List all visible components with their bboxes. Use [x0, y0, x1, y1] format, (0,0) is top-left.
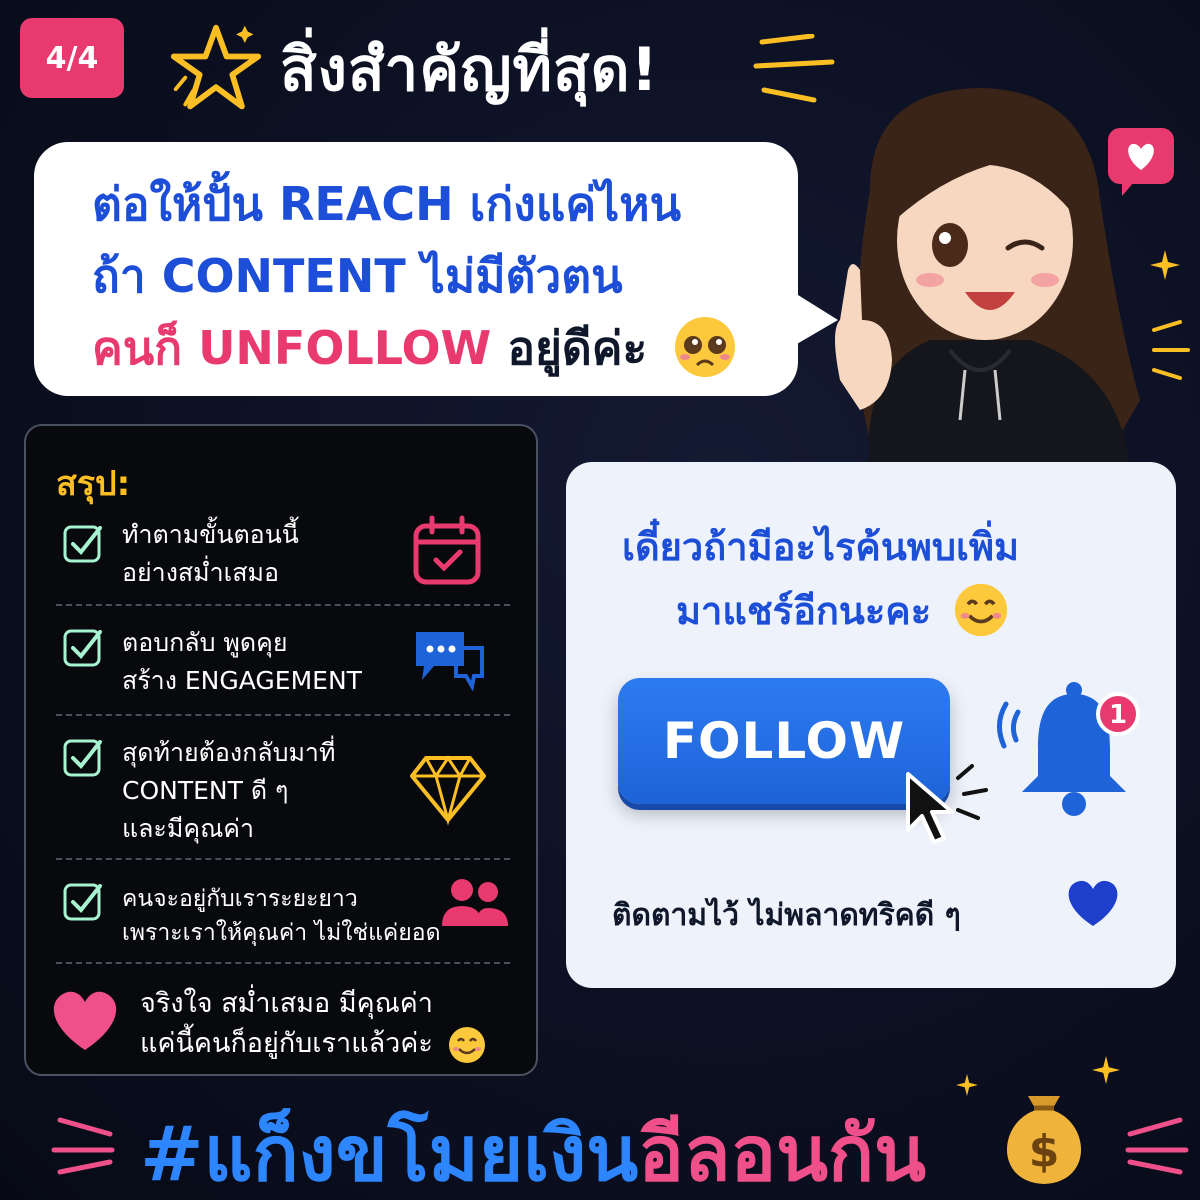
checkbox-checked-icon — [63, 525, 102, 563]
summary-closing-line-2-wrap: แค่นี้คนก็อยู่กับเราแล้วค่ะ — [140, 1024, 487, 1065]
summary-item-2: ตอบกลับ พูดคุย สร้าง ENGAGEMENT — [122, 624, 362, 700]
checkbox-checked-icon — [63, 629, 102, 667]
page-badge: 4/4 — [20, 18, 124, 98]
follow-message-line-1: เดี๋ยวถ้ามีอะไรค้นพบเพิ่ม — [622, 525, 1020, 569]
notification-bell-icon: 1 — [997, 682, 1140, 816]
summary-item-3: สุดท้ายต้องกลับมาที่ CONTENT ดี ๆ และมีค… — [122, 734, 335, 848]
summary-title: สรุป: — [56, 464, 131, 504]
sparkle-icon — [1092, 1056, 1120, 1084]
sparkle-icon — [956, 1074, 978, 1096]
follow-message-line-2-text: มาแชร์อีกนะคะ — [676, 589, 932, 633]
bubble-highlight: คนก็ UNFOLLOW — [92, 321, 492, 375]
summary-item-3-line-1: สุดท้ายต้องกลับมาที่ — [122, 738, 336, 767]
blue-heart-icon — [1068, 880, 1118, 926]
divider — [56, 714, 510, 716]
pleading-face-icon — [675, 316, 736, 377]
follow-footer: ติดตามไว้ ไม่พลาดทริคดี ๆ — [612, 898, 961, 933]
summary-item-2-line-1: ตอบกลับ พูดคุย — [122, 628, 288, 657]
summary-item-3-line-2: CONTENT ดี ๆ — [122, 776, 289, 805]
checkbox-checked-icon — [63, 739, 102, 777]
svg-text:$: $ — [1029, 1126, 1060, 1177]
page-number: 4/4 — [45, 40, 99, 76]
hashtag: #แก็งขโมยเงินอีลอนกัน — [140, 1094, 926, 1200]
burst-lines-icon — [1152, 320, 1190, 380]
summary-item-4: คนจะอยู่กับเราระยะยาว เพราะเราให้คุณค่า … — [122, 882, 441, 950]
money-bag-icon: $ — [1006, 1096, 1082, 1184]
summary-item-1-line-1: ทำตามขั้นตอนนี้ — [122, 520, 299, 549]
burst-lines-icon — [51, 1117, 115, 1175]
summary-item-1: ทำตามขั้นตอนนี้ อย่างสม่ำเสมอ — [122, 516, 299, 592]
bubble-line-2: ถ้า CONTENT ไม่มีตัวตน — [92, 249, 623, 303]
bubble-line-3-rest: อยู่ดีค่ะ — [507, 321, 648, 375]
users-icon — [442, 879, 508, 926]
chat-bubbles-icon — [416, 632, 484, 692]
summary-closing-line-2: แค่นี้คนก็อยู่กับเราแล้วค่ะ — [140, 1028, 433, 1059]
summary-item-2-line-2: สร้าง ENGAGEMENT — [122, 666, 362, 695]
summary-item-4-line-2: เพราะเราให้คุณค่า ไม่ใช่แค่ยอด — [122, 920, 441, 946]
follow-message-line-2: มาแชร์อีกนะคะ — [676, 580, 1010, 641]
bubble-line-1: ต่อให้ปั้น REACH เก่งแค่ไหน — [92, 177, 682, 231]
checkbox-checked-icon — [63, 883, 102, 921]
divider — [56, 604, 510, 606]
calendar-check-icon — [413, 515, 481, 585]
heart-bubble-icon — [1108, 128, 1174, 196]
summary-item-4-line-1: คนจะอยู่กับเราระยะยาว — [122, 886, 358, 912]
divider — [56, 962, 510, 964]
star-icon — [170, 24, 262, 110]
heart-icon — [53, 991, 117, 1050]
summary-closing: จริงใจ สม่ำเสมอ มีคุณค่า แค่นี้คนก็อยู่ก… — [140, 984, 487, 1065]
smiling-face-icon — [449, 1026, 486, 1063]
divider — [56, 858, 510, 860]
summary-item-1-line-2: อย่างสม่ำเสมอ — [122, 558, 279, 587]
hashtag-part-2: อีลอนกัน — [638, 1109, 927, 1198]
page-title: สิ่งสำคัญที่สุด! — [280, 35, 659, 105]
burst-lines-icon — [1125, 1117, 1189, 1175]
summary-closing-line-1: จริงใจ สม่ำเสมอ มีคุณค่า — [140, 988, 433, 1019]
speech-bubble: ต่อให้ปั้น REACH เก่งแค่ไหน ถ้า CONTENT … — [34, 142, 798, 396]
hashtag-part-1: #แก็งขโมยเงิน — [140, 1109, 639, 1198]
smiling-face-icon — [955, 583, 1008, 636]
bubble-line-3: คนก็ UNFOLLOW อยู่ดีค่ะ — [92, 312, 798, 384]
summary-item-3-line-3: และมีคุณค่า — [122, 814, 255, 843]
mouse-cursor-icon — [906, 764, 988, 844]
notification-count: 1 — [1109, 700, 1127, 730]
diamond-icon — [410, 755, 486, 826]
sparkle-icon — [1150, 250, 1180, 280]
